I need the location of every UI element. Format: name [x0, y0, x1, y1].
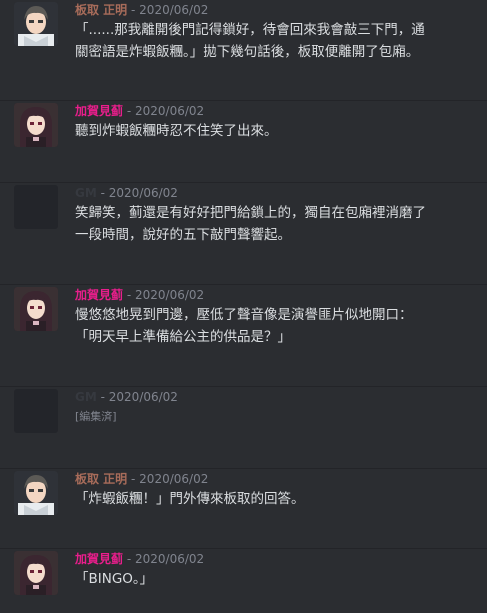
chat-log[interactable]: 板取 正明 - 2020/06/02 「......那我離開後門記得鎖好，待會回… — [0, 0, 487, 612]
timestamp: 2020/06/02 — [139, 3, 209, 17]
message-header: GM - 2020/06/02 — [75, 185, 178, 201]
message: GM - 2020/06/02 笑歸笑，蓟還是有好好把門給鎖上的，獨自在包廂裡消… — [0, 182, 487, 273]
timestamp: 2020/06/02 — [108, 186, 178, 200]
author-name[interactable]: 加賀見蓟 — [75, 288, 123, 302]
message: 加賀見蓟 - 2020/06/02 慢悠悠地晃到門邊，壓低了聲音像是演譽匪片似地… — [0, 284, 487, 375]
avatar-blank[interactable] — [14, 389, 58, 433]
message-header: 板取 正明 - 2020/06/02 — [75, 471, 208, 487]
timestamp: 2020/06/02 — [135, 104, 205, 118]
separator: - — [126, 552, 135, 566]
separator: - — [100, 390, 109, 404]
message-body: [編集済] — [75, 406, 480, 428]
message: 加賀見蓟 - 2020/06/02 聽到炸蝦飯糰時忍不住笑了出來。 — [0, 100, 487, 171]
avatar-girl[interactable] — [14, 103, 58, 147]
message-line: 「BINGO。」 — [75, 571, 154, 587]
message-line: 「......那我離開後門記得鎖好，待會回來我會敲三下門，通 — [75, 22, 425, 38]
message-header: 板取 正明 - 2020/06/02 — [75, 2, 208, 18]
edited-label: [編集済] — [75, 410, 117, 423]
message-body: 「......那我離開後門記得鎖好，待會回來我會敲三下門，通 關密語是炸蝦飯糰。… — [75, 19, 480, 63]
avatar-girl[interactable] — [14, 287, 58, 331]
message: 加賀見蓟 - 2020/06/02 「BINGO。」 — [0, 548, 487, 613]
message-header: 加賀見蓟 - 2020/06/02 — [75, 287, 204, 303]
avatar-boy[interactable] — [14, 2, 58, 46]
message-line: 「炸蝦飯糰！」門外傳來板取的回答。 — [75, 491, 305, 507]
message-body: 「BINGO。」 — [75, 568, 480, 590]
message-line: 一段時間，說好的五下敲門聲響起。 — [75, 227, 291, 243]
message-body: 笑歸笑，蓟還是有好好把門給鎖上的，獨自在包廂裡消磨了 一段時間，說好的五下敲門聲… — [75, 202, 480, 246]
message-body: 慢悠悠地晃到門邊，壓低了聲音像是演譽匪片似地開口： 「明天早上準備給公主的供品是… — [75, 304, 480, 348]
separator: - — [131, 472, 140, 486]
message-body: 聽到炸蝦飯糰時忍不住笑了出來。 — [75, 120, 480, 142]
message-line: 「明天早上準備給公主的供品是？」 — [75, 329, 291, 345]
timestamp: 2020/06/02 — [139, 472, 209, 486]
author-name[interactable]: GM — [75, 390, 97, 404]
avatar-girl[interactable] — [14, 551, 58, 595]
timestamp: 2020/06/02 — [135, 552, 205, 566]
message-header: 加賀見蓟 - 2020/06/02 — [75, 103, 204, 119]
separator: - — [126, 104, 135, 118]
author-name[interactable]: 板取 正明 — [75, 472, 127, 486]
author-name[interactable]: 加賀見蓟 — [75, 552, 123, 566]
author-name[interactable]: GM — [75, 186, 97, 200]
message: 板取 正明 - 2020/06/02 「炸蝦飯糰！」門外傳來板取的回答。 — [0, 468, 487, 539]
message: 板取 正明 - 2020/06/02 「......那我離開後門記得鎖好，待會回… — [0, 0, 487, 86]
message-line: 關密語是炸蝦飯糰。」拋下幾句話後，板取便離開了包廂。 — [75, 44, 420, 60]
timestamp: 2020/06/02 — [108, 390, 178, 404]
avatar-blank[interactable] — [14, 185, 58, 229]
avatar-boy[interactable] — [14, 471, 58, 515]
message-body: 「炸蝦飯糰！」門外傳來板取的回答。 — [75, 488, 480, 510]
message-line: 慢悠悠地晃到門邊，壓低了聲音像是演譽匪片似地開口： — [75, 307, 413, 323]
message-header: 加賀見蓟 - 2020/06/02 — [75, 551, 204, 567]
message: GM - 2020/06/02 [編集済] — [0, 386, 487, 457]
separator: - — [126, 288, 135, 302]
message-line: 聽到炸蝦飯糰時忍不住笑了出來。 — [75, 123, 278, 139]
separator: - — [131, 3, 140, 17]
timestamp: 2020/06/02 — [135, 288, 205, 302]
author-name[interactable]: 加賀見蓟 — [75, 104, 123, 118]
separator: - — [100, 186, 109, 200]
message-line: 笑歸笑，蓟還是有好好把門給鎖上的，獨自在包廂裡消磨了 — [75, 205, 426, 221]
message-header: GM - 2020/06/02 — [75, 389, 178, 405]
author-name[interactable]: 板取 正明 — [75, 3, 127, 17]
